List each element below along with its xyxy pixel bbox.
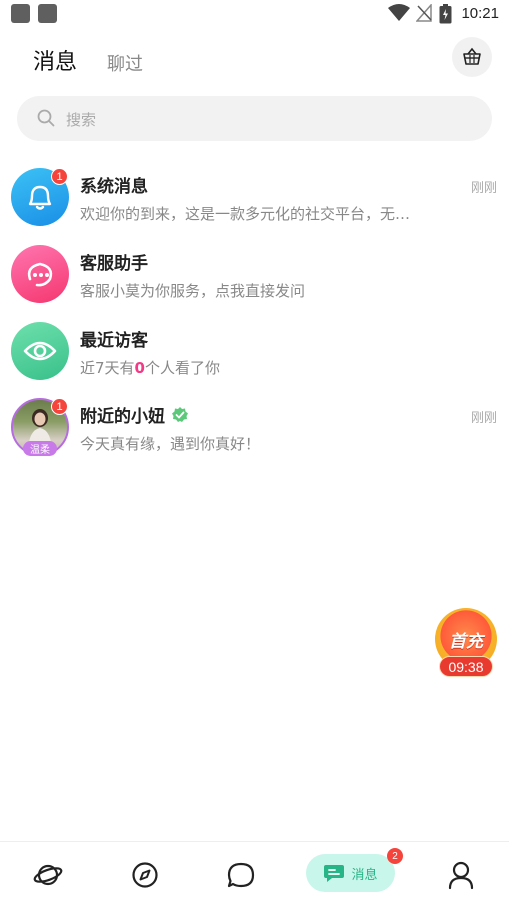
- nav-profile[interactable]: [446, 860, 476, 890]
- promo-countdown: 09:38: [439, 656, 493, 677]
- avatar: [11, 245, 69, 303]
- item-preview: 客服小莫为你服务，点我直接发问: [80, 282, 306, 300]
- item-preview: 今天真有缘，遇到你真好！: [80, 435, 261, 453]
- bottom-nav: 消息 2: [0, 841, 509, 904]
- unread-badge: 1: [51, 168, 68, 185]
- nav-messages-label: 消息: [351, 867, 378, 883]
- tab-messages[interactable]: 消息: [33, 44, 77, 76]
- item-time: 刚刚: [470, 411, 497, 426]
- item-title: 客服助手: [80, 254, 148, 274]
- nav-moments[interactable]: [226, 860, 256, 890]
- first-recharge-promo[interactable]: 首充 09:38: [435, 608, 497, 678]
- item-preview: 近7天有0个人看了你: [80, 357, 425, 378]
- list-item-system-messages[interactable]: 1 系统消息 欢迎你的到来，这是一款多元化的社交平台，无… 刚刚: [0, 168, 509, 242]
- headset-icon: [27, 262, 53, 287]
- notification-icon: [11, 4, 30, 23]
- compass-icon: [132, 862, 158, 888]
- item-preview: 欢迎你的到来，这是一款多元化的社交平台，无…: [80, 205, 411, 223]
- search-icon: [37, 109, 55, 127]
- personality-tag: 温柔: [23, 441, 57, 456]
- wifi-icon: [388, 4, 410, 21]
- clock: 10:21: [461, 5, 499, 22]
- notification-icon: [38, 4, 57, 23]
- nav-unread-badge: 2: [387, 848, 403, 864]
- item-title-text: 附近的小妞: [80, 407, 165, 427]
- status-bar: 10:21: [0, 0, 509, 28]
- bell-icon: [28, 185, 52, 210]
- promo-label: 首充: [449, 631, 483, 652]
- list-item-recent-visitors[interactable]: 最近访客 近7天有0个人看了你: [0, 322, 509, 396]
- unread-badge: 1: [51, 398, 68, 415]
- eye-icon: [23, 341, 57, 361]
- message-icon: [324, 865, 345, 882]
- item-time: 刚刚: [470, 181, 497, 196]
- tab-chatted[interactable]: 聊过: [107, 50, 143, 76]
- battery-icon: [439, 4, 452, 24]
- nav-discover[interactable]: [130, 860, 160, 890]
- visitor-count: 0: [134, 359, 145, 377]
- preview-prefix: 近7天有: [80, 359, 135, 377]
- search-placeholder: 搜索: [66, 111, 97, 129]
- nav-messages[interactable]: 消息: [306, 854, 395, 892]
- basket-button[interactable]: [452, 37, 492, 77]
- planet-icon: [33, 864, 63, 886]
- list-item-nearby-girl[interactable]: 温柔 1 附近的小妞 今天真有缘，遇到你真好！ 刚刚: [0, 398, 509, 472]
- basket-icon: [463, 47, 481, 65]
- verified-icon: [172, 407, 188, 422]
- search-bar[interactable]: 搜索: [17, 96, 492, 141]
- item-title: 最近访客: [80, 331, 148, 351]
- no-signal-icon: [416, 4, 432, 22]
- list-item-customer-service[interactable]: 客服助手 客服小莫为你服务，点我直接发问: [0, 245, 509, 319]
- avatar: [11, 322, 69, 380]
- profile-icon: [448, 861, 474, 890]
- item-title: 附近的小妞: [80, 402, 189, 427]
- nav-planet[interactable]: [33, 860, 63, 890]
- item-title: 系统消息: [80, 177, 148, 197]
- bubble-icon: [227, 862, 255, 888]
- preview-suffix: 个人看了你: [144, 359, 220, 377]
